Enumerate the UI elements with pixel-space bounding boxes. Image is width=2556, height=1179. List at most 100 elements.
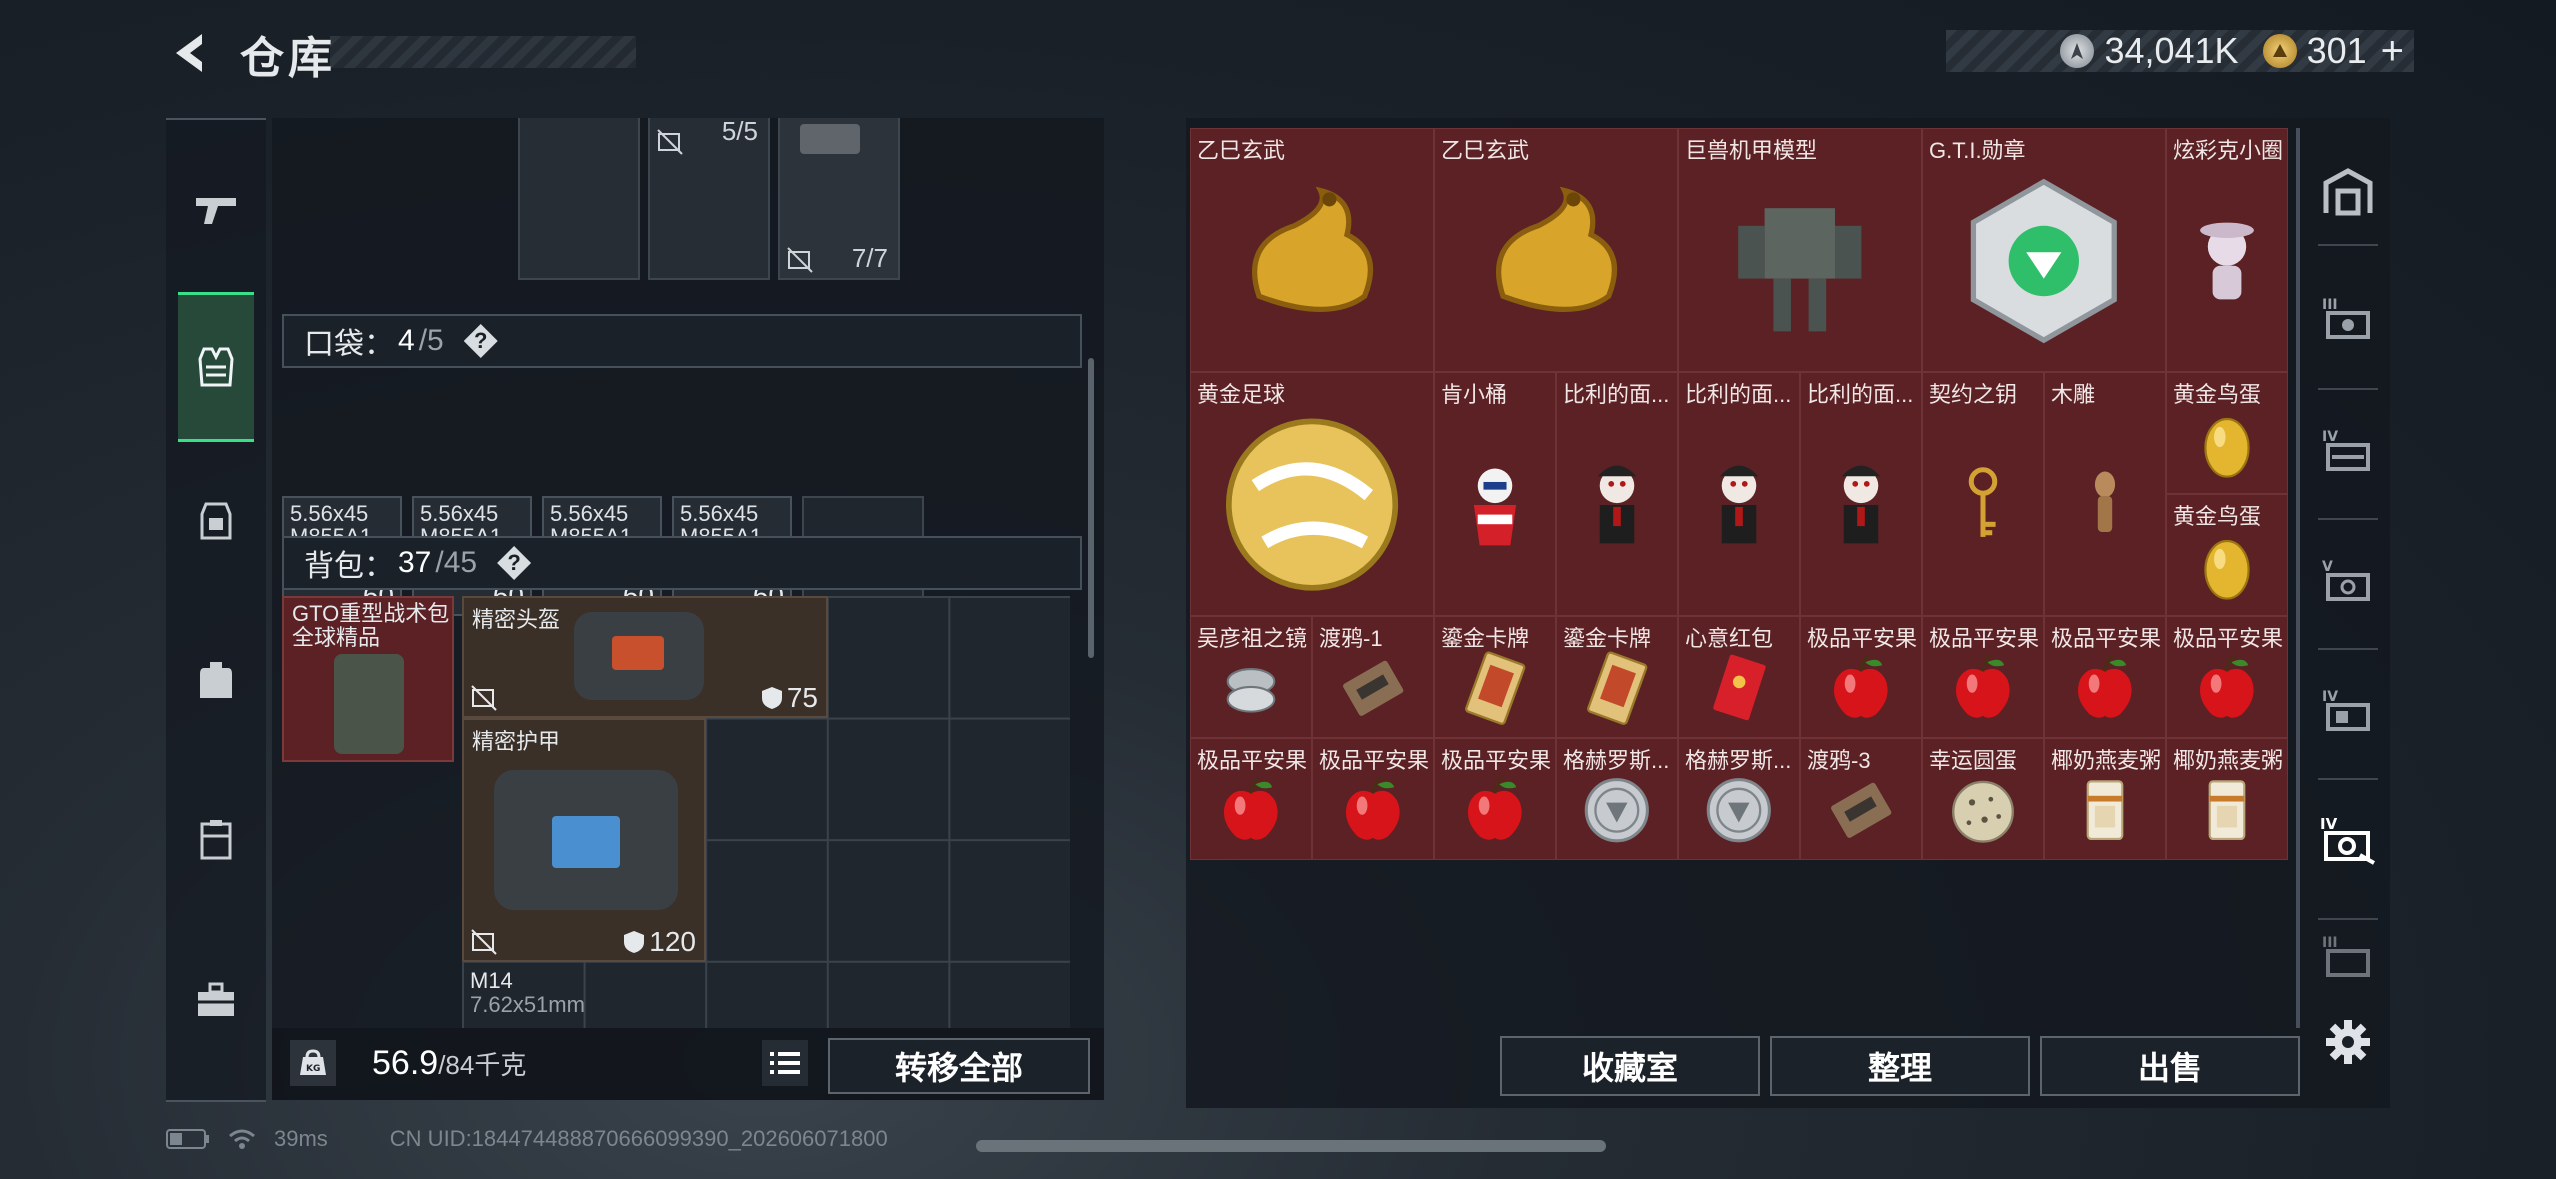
backpack-label: 背包： — [304, 550, 394, 583]
collection-item[interactable]: 比利的面... — [1678, 372, 1800, 616]
ammo-caliber: 5.56x45 — [550, 501, 629, 526]
collection-item[interactable]: 乙巳玄武 — [1434, 128, 1678, 372]
stash-tab-iii[interactable]: III — [2312, 278, 2384, 358]
sell-button[interactable]: 出售 — [2040, 1036, 2300, 1096]
stash-tab-iv[interactable]: IV — [2312, 410, 2384, 490]
organize-button[interactable]: 整理 — [1770, 1036, 2030, 1096]
backpack-help-icon[interactable]: ? — [497, 546, 532, 580]
weapon-item[interactable]: M14 7.62x51mm — [462, 962, 1070, 1028]
collection-item[interactable]: 渡鸦-1 — [1312, 616, 1434, 738]
nav-backpack[interactable] — [178, 630, 254, 730]
wifi-icon — [229, 1129, 255, 1149]
collection-item[interactable]: 极品平安果 — [1434, 738, 1556, 860]
collection-item-name: 格赫罗斯... — [1685, 748, 1792, 773]
nav-toolbox[interactable] — [178, 950, 254, 1050]
weight-icon: KG — [290, 1040, 336, 1086]
collection-item[interactable]: 比利的面... — [1800, 372, 1922, 616]
collection-item[interactable]: G.T.I.勋章 — [1922, 128, 2166, 372]
gold-currency-value: 301 — [2306, 30, 2367, 71]
svg-text:IV: IV — [2320, 815, 2338, 833]
collection-item[interactable]: 乙巳玄武 — [1190, 128, 1434, 372]
stash-tab-iv-active[interactable]: IV — [2312, 800, 2384, 880]
stash-tab-v[interactable]: V — [2312, 540, 2384, 620]
collection-item[interactable]: 黄金鸟蛋 — [2166, 494, 2288, 616]
nav-chest-rig[interactable] — [178, 470, 254, 570]
collection-room-button[interactable]: 收藏室 — [1500, 1036, 1760, 1096]
body-armor-item[interactable]: 精密护甲 120 — [462, 718, 706, 962]
collection-item[interactable]: 吴彦祖之镜 — [1190, 616, 1312, 738]
status-bar: 39ms CN UID:184474488870666099390_202606… — [166, 1126, 888, 1152]
collection-item[interactable]: 极品平安果 — [1800, 616, 1922, 738]
collection-item[interactable]: 比利的面... — [1556, 372, 1678, 616]
collection-item[interactable]: 极品平安果 — [2044, 616, 2166, 738]
weight-current: 56.9 — [372, 1044, 439, 1082]
silver-coin-icon — [2060, 34, 2095, 68]
stash-tab-safe[interactable] — [2312, 152, 2384, 232]
collection-item[interactable]: 渡鸦-3 — [1800, 738, 1922, 860]
collection-item-name: 契约之钥 — [1929, 382, 2018, 407]
stash-panel: 乙巳玄武 乙巳玄武 巨兽机甲模型 G.T.I.勋章 炫彩克小圈 黄金足球 肯小桶 比利的面..… — [1186, 118, 2390, 1108]
collection-item[interactable]: 幸运圆蛋 — [1922, 738, 2044, 860]
transfer-all-button[interactable]: 转移全部 — [828, 1038, 1090, 1094]
backpack-grid[interactable]: 精密头盔 75 精密护甲 120 M14 7.62x51mm — [462, 596, 1070, 1028]
back-button[interactable] — [166, 28, 216, 78]
shield-icon — [761, 687, 782, 709]
figure-image — [2167, 151, 2287, 371]
loadout-scrollbar[interactable] — [1088, 358, 1094, 658]
backpack-header: 背包： 37 /45 ? — [282, 536, 1082, 590]
collection-item[interactable]: 极品平安果 — [1922, 616, 2044, 738]
collection-item-name: 鎏金卡牌 — [1441, 626, 1530, 651]
collection-item[interactable]: 炫彩克小圈 — [2166, 128, 2288, 372]
slot-count: 5/5 — [721, 118, 758, 146]
backpack-equipped-slot[interactable]: GTO重型战术包 全球精品 — [282, 596, 454, 762]
collection-item-name: 炫彩克小圈 — [2173, 138, 2284, 163]
collection-item[interactable]: 极品平安果 — [1312, 738, 1434, 860]
collection-item[interactable]: 黄金鸟蛋 — [2166, 372, 2288, 494]
stash-scrollbar[interactable] — [2296, 128, 2300, 1028]
collection-item[interactable]: 鎏金卡牌 — [1434, 616, 1556, 738]
container-slot[interactable]: 7/7 — [778, 118, 900, 280]
collection-item-name: 乙巳玄武 — [1197, 138, 1286, 163]
container-slot[interactable]: 5/5 — [648, 118, 770, 280]
pockets-help-icon[interactable]: ? — [463, 324, 498, 358]
collection-item-name: 心意红包 — [1685, 626, 1774, 651]
add-currency-button[interactable]: + — [2381, 29, 2404, 74]
collection-item-name: 比利的面... — [1807, 382, 1914, 407]
container-image — [800, 124, 860, 154]
coin-image — [1557, 761, 1677, 859]
stash-tab-iii-alt[interactable]: III — [2312, 926, 2384, 986]
collection-item[interactable]: 格赫罗斯... — [1556, 738, 1678, 860]
collection-item-name: 极品平安果 — [1319, 748, 1430, 773]
no-trade-icon — [657, 129, 683, 155]
empty-slot[interactable] — [518, 118, 640, 280]
battery-icon — [166, 1129, 209, 1149]
collection-item[interactable]: 极品平安果 — [1190, 738, 1312, 860]
backpack-used: 37 — [398, 546, 432, 579]
list-view-button[interactable] — [762, 1040, 808, 1086]
apple-image — [2167, 639, 2287, 737]
settings-button[interactable] — [2312, 1002, 2384, 1082]
nav-container[interactable] — [178, 790, 254, 890]
home-indicator — [976, 1140, 1606, 1152]
puppet-image — [1557, 395, 1677, 615]
collection-item[interactable]: 心意红包 — [1678, 616, 1800, 738]
envelope-image — [1679, 639, 1799, 737]
ammo-caliber: 5.56x45 — [680, 501, 759, 526]
collection-item[interactable]: 极品平安果 — [2166, 616, 2288, 738]
armor-durability: 75 — [761, 682, 818, 714]
stash-tab-iv-alt[interactable]: IV — [2312, 670, 2384, 750]
collection-item[interactable]: 黄金足球 — [1190, 372, 1434, 616]
nav-weapons[interactable] — [178, 160, 254, 260]
collection-item-name: G.T.I.勋章 — [1929, 138, 2026, 163]
collection-item[interactable]: 契约之钥 — [1922, 372, 2044, 616]
collection-item[interactable]: 木雕 — [2044, 372, 2166, 616]
collection-item[interactable]: 椰奶燕麦粥 — [2044, 738, 2166, 860]
collection-item[interactable]: 巨兽机甲模型 — [1678, 128, 1922, 372]
helmet-item[interactable]: 精密头盔 75 — [462, 596, 828, 718]
collection-item[interactable]: 格赫罗斯... — [1678, 738, 1800, 860]
nav-equipment[interactable] — [178, 292, 254, 442]
collection-item[interactable]: 肯小桶 — [1434, 372, 1556, 616]
collection-item[interactable]: 鎏金卡牌 — [1556, 616, 1678, 738]
collection-item[interactable]: 椰奶燕麦粥 — [2166, 738, 2288, 860]
collection-item-name: 极品平安果 — [1929, 626, 2040, 651]
